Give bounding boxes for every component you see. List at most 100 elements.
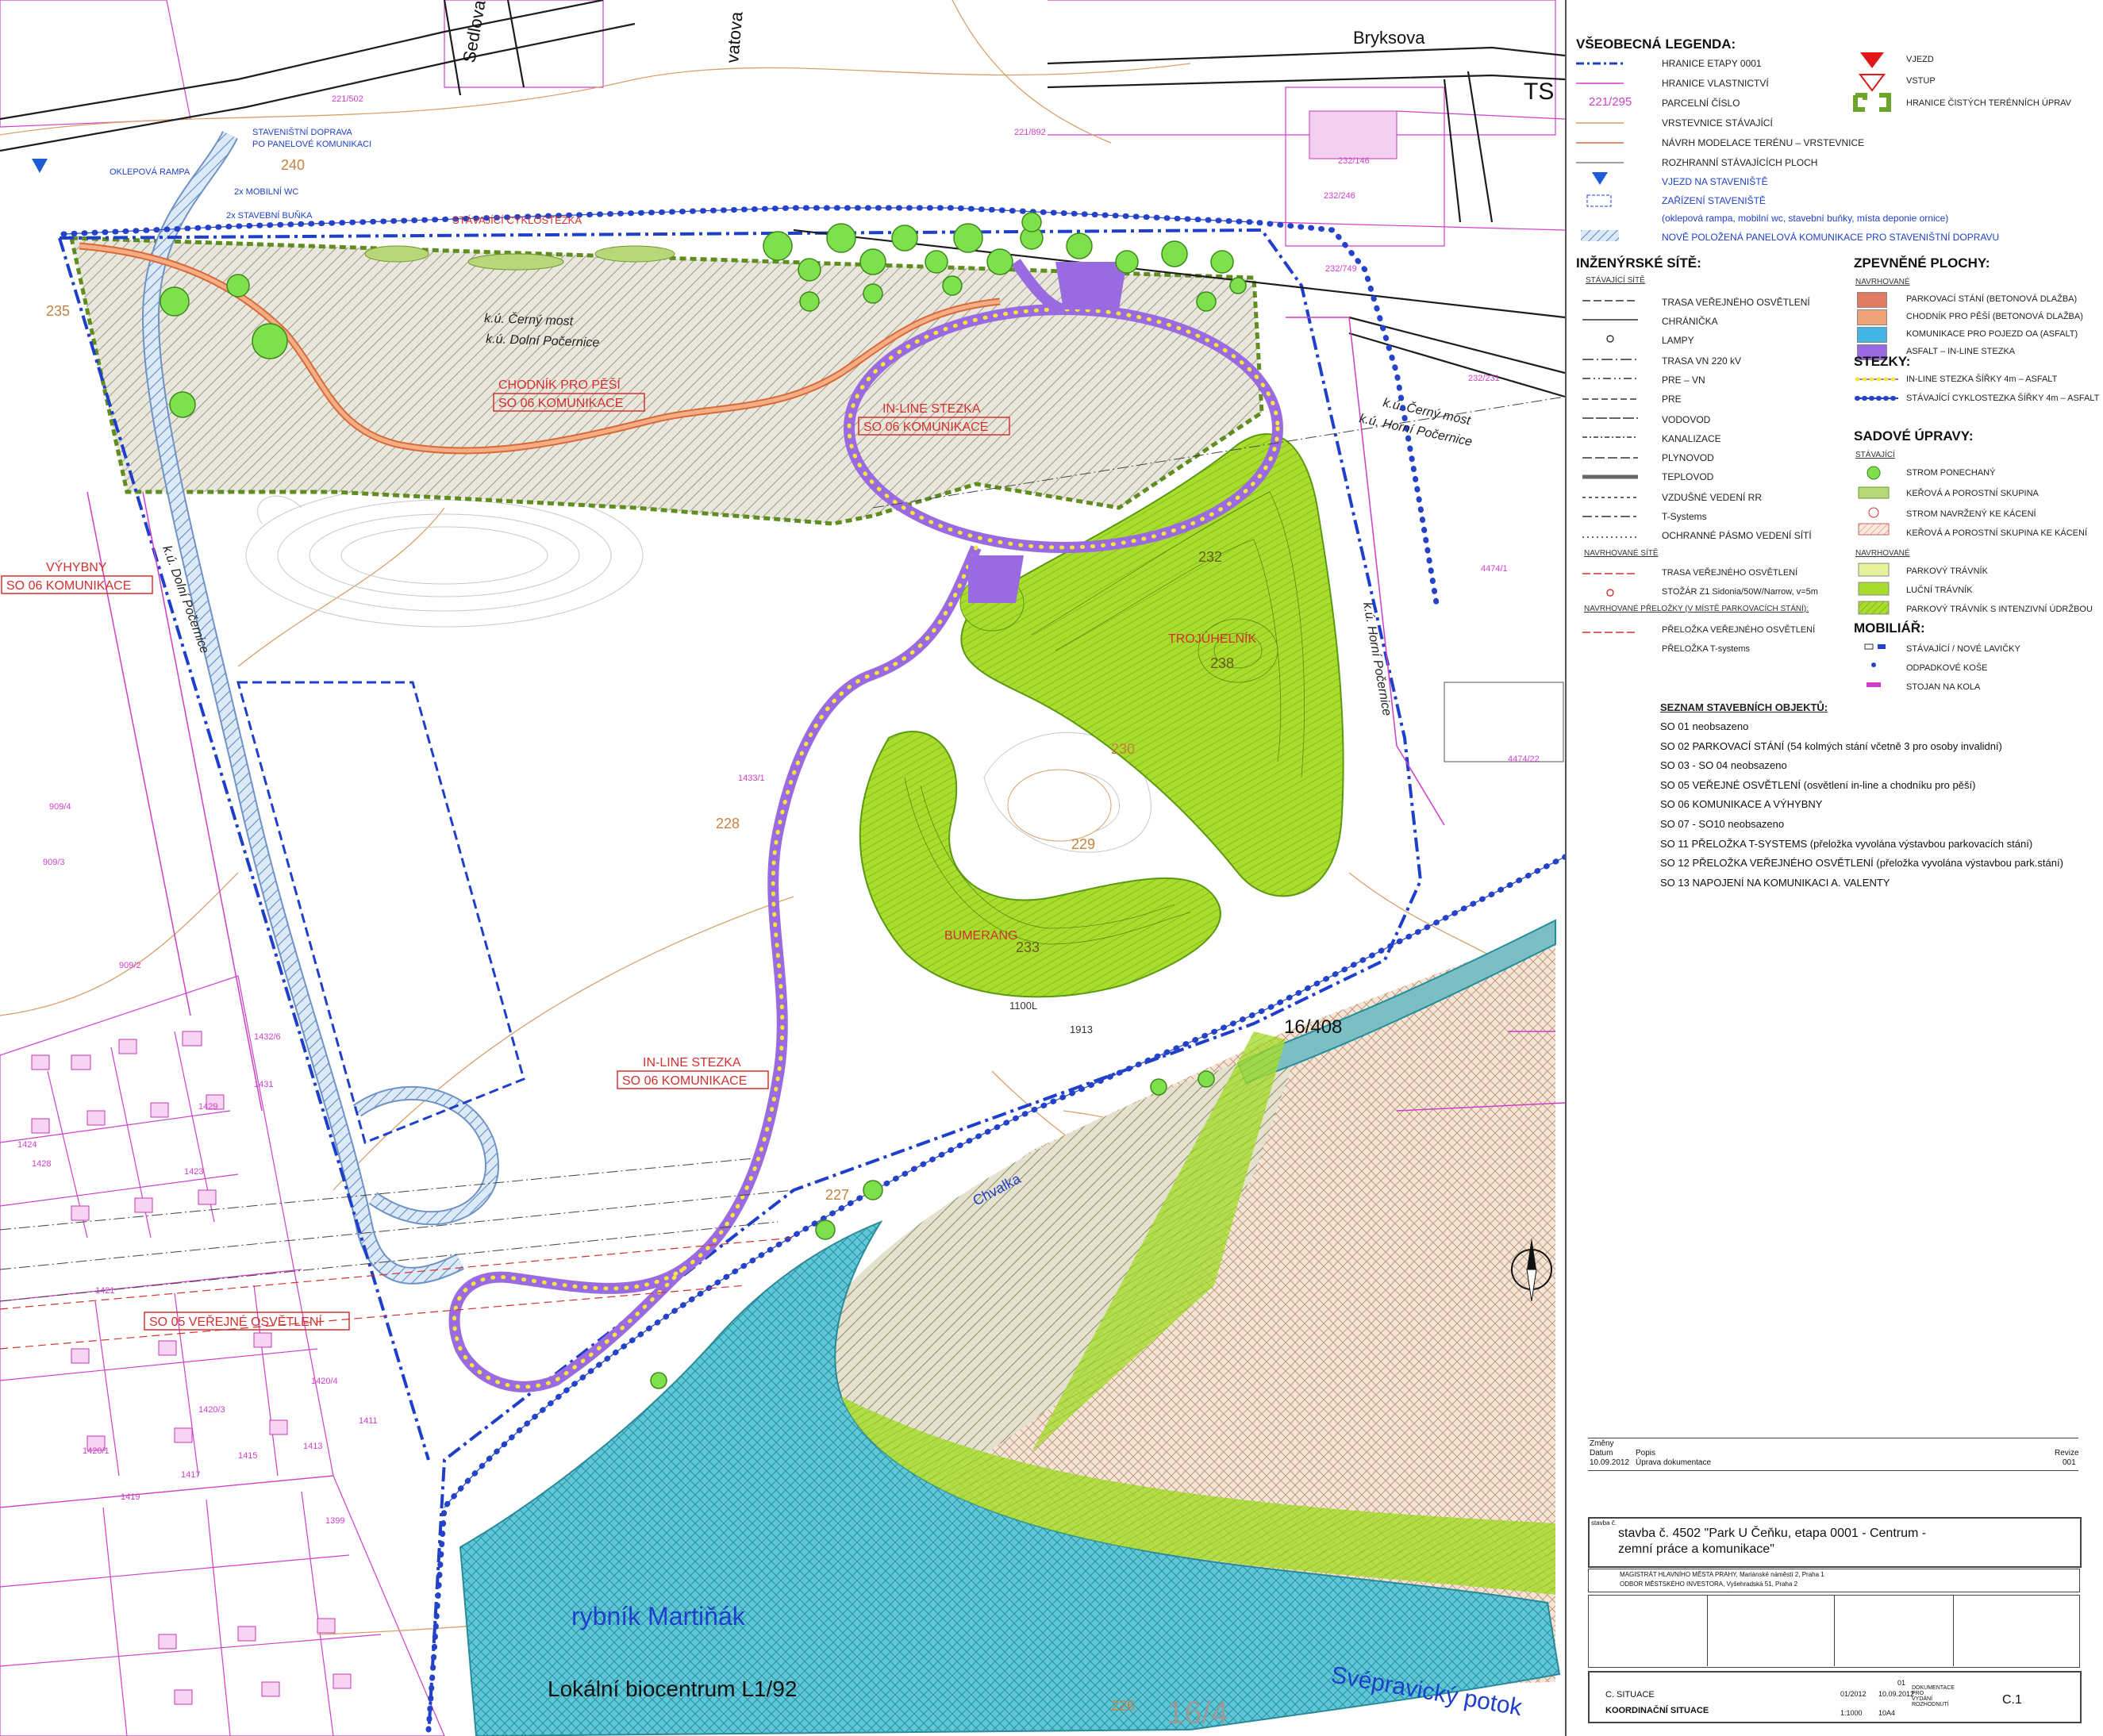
revision-num: 001 [2063,1458,2076,1467]
legend-entry-icons [1853,52,1891,112]
legend-general-item: ZAŘÍZENÍ STAVENIŠTĚ [1662,195,1766,206]
legend-paved-item: KOMUNIKACE PRO POJEZD OA (ASFALT) [1906,329,2078,339]
legend-furniture-swatches [1864,643,1886,687]
parcel-232-246: 232/246 [1324,191,1355,201]
legend-network-lines [1582,300,1638,633]
legend-paved-item: PARKOVACÍ STÁNÍ (BETONOVÁ DLAŽBA) [1906,294,2078,304]
drawing-scale: 1:1000 [1840,1709,1863,1717]
revision-col-rev: Revize [2055,1449,2079,1458]
legend-landscaping-proposed-item: LUČNÍ TRÁVNÍK [1906,586,1973,595]
legend-paved-item: ASFALT – IN-LINE STEZKA [1906,347,2016,356]
legend-landscaping-swatches [1858,466,1890,615]
legend-network-relocation-item: PŘELOŽKA T-systems [1662,644,1751,654]
parcel-221-892: 221/892 [1014,128,1046,137]
contour-238: 238 [1210,655,1234,671]
legend-network-item: TRASA VEŘEJNÉHO OSVĚTLENÍ [1662,297,1810,308]
legend-general-item: HRANICE VLASTNICTVÍ [1662,78,1769,89]
project-title-2: zemní práce a komunikace" [1618,1542,1774,1556]
label-inline-south-1: IN-LINE STEZKA [643,1056,741,1070]
label-vyhybny-2: SO 06 KOMUNIKACE [6,579,131,593]
parcel-1428: 1428 [32,1159,51,1169]
legend-vjezd: VJEZD [1906,55,1934,64]
legend-path-item: STÁVAJÍCÍ CYKLOSTEZKA ŠÍŘKY 4m – ASFALT [1906,394,2100,403]
parcel-1413: 1413 [303,1442,322,1451]
parcel-1420-1: 1420/1 [83,1446,110,1456]
signature-col-3 [1953,1595,1954,1666]
label-bumerang: BUMERANG [944,929,1017,943]
legend-network-proposed-item: TRASA VEŘEJNÉHO OSVĚTLENÍ [1662,568,1798,578]
parcel-1433-1: 1433/1 [738,774,765,783]
contour-226: 226 [1111,1698,1135,1714]
object-item: SO 01 neobsazeno [1660,720,1749,732]
parcel-1421: 1421 [95,1286,114,1296]
label-site-bunka: 2x STAVEBNÍ BUŇKA [226,210,313,221]
legend-network-item: VZDUŠNÉ VEDENÍ RR [1662,492,1763,503]
legend-landscaping-item: KEŘOVÁ A POROSTNÍ SKUPINA KE KÁCENÍ [1906,528,2088,538]
legend-general-item: (oklepová rampa, mobilní wc, stavební bu… [1662,213,1949,224]
contour-240: 240 [281,157,305,173]
legend-furniture-item: STOJAN NA KOLA [1906,682,1981,692]
legend-network-item: OCHRANNÉ PÁSMO VEDENÍ SÍTÍ [1662,530,1812,541]
object-item: SO 12 PŘELOŽKA VEŘEJNÉHO OSVĚTLENÍ (přel… [1660,857,2063,870]
parcel-1399: 1399 [325,1516,344,1526]
legend-network-item: VODOVOD [1662,414,1711,425]
label-site-wc: 2x MOBILNÍ WC [234,186,298,197]
legend-networks-proposed: NAVRHOVANÉ SÍTĚ [1584,549,1659,558]
legend-network-item: T-Systems [1662,511,1707,522]
project-title: stavba č. 4502 "Park U Čeňku, etapa 0001… [1618,1527,1927,1540]
legend-network-item: CHRÁNIČKA [1662,316,1718,327]
label-cyklostezka: STÁVAJÍCÍ CYKLOSTEZKA [452,214,582,226]
contour-228: 228 [716,816,740,832]
legend-network-item: PRE – VN [1662,374,1705,386]
parcel-4474-22: 4474/22 [1508,755,1540,764]
legend-general-item: VRSTEVNICE STÁVAJÍCÍ [1662,117,1773,129]
object-item: SO 06 KOMUNIKACE A VÝHYBNY [1660,798,1823,811]
legend-objects-title: SEZNAM STAVEBNÍCH OBJEKTŮ: [1660,701,1828,713]
object-item: SO 07 - SO10 neobsazeno [1660,817,1785,830]
legend-paved-swatch-2 [1857,309,1887,325]
parcel-909-2: 909/2 [119,961,141,970]
legend-networks-title: INŽENÝRSKÉ SÍTĚ: [1576,255,1701,271]
legend-path-swatches [1855,377,1901,401]
revision-date: 10.09.2012 [1590,1458,1630,1467]
object-item: SO 05 VEŘEJNÉ OSVĚTLENÍ (osvětlení in-li… [1660,778,1976,791]
label-trojuhelnik: TROJÚHELNÍK [1168,631,1256,646]
object-item: SO 13 NAPOJENÍ NA KOMUNIKACI A. VALENTY [1660,876,1890,889]
object-item: SO 02 PARKOVACÍ STÁNÍ (54 kolmých stání … [1660,739,2002,752]
legend-general-title: VŠEOBECNÁ LEGENDA: [1576,36,1736,52]
contour-227: 227 [825,1187,849,1203]
title-block: Změny Datum Popis Revize 10.09.2012 Úpra… [1588,1438,2082,1727]
legend-network-item: PRE [1662,394,1682,405]
parcel-16-4: 16/4 [1167,1696,1228,1730]
parcel-1419: 1419 [121,1492,140,1502]
drawing-date2: 10.09.2012 [1878,1690,1915,1698]
contour-233: 233 [1016,939,1040,955]
legend-paved-item: CHODNÍK PRO PĚŠÍ (BETONOVÁ DLAŽBA) [1906,312,2083,321]
legend-general-item: PARCELNÍ ČÍSLO [1662,98,1740,109]
legend-landscaping-proposed-item: PARKOVÝ TRÁVNÍK [1906,567,1988,576]
label-biocentrum: Lokální biocentrum L1/92 [548,1676,797,1701]
legend-network-item: KANALIZACE [1662,433,1721,444]
legend-general-item: NOVĚ POLOŽENÁ PANELOVÁ KOMUNIKACE PRO ST… [1662,232,2000,243]
legend-general-item: HRANICE ETAPY 0001 [1662,58,1762,69]
legend-landscaping-proposed: NAVRHOVANÉ [1855,549,1910,558]
label-stavenistni-doprava-1: STAVENIŠTNÍ DOPRAVA [252,127,352,137]
object-item: SO 03 - SO 04 neobsazeno [1660,759,1787,772]
parcel-1423: 1423 [184,1167,203,1177]
investor-line: MAGISTRÁT HLAVNÍHO MĚSTA PRAHY, Mariánsk… [1620,1571,1824,1578]
contour-1913: 1913 [1070,1024,1093,1035]
label-site-rampa: OKLEPOVÁ RAMPA [110,167,190,177]
legend-paved-sub: NAVRHOVANÉ [1855,278,1910,286]
drawing-format: 10A4 [1878,1709,1896,1717]
legend-general-swatches [1576,62,1624,241]
revision-header: Změny [1590,1439,1614,1448]
parcel-232-146: 232/146 [1338,156,1370,166]
drawing-rev: 01 [1897,1679,1906,1687]
drawing-stage: DOKUMENTACE PRO VYDÁNÍ ROZHODNUTÍ [1912,1685,1955,1707]
parcel-1417: 1417 [181,1470,200,1480]
legend-paved-swatch-1 [1857,292,1887,308]
drawing-sheet: Sedlova Bryksova vatova TS STÁVAJÍCÍ CYK… [0,0,2103,1736]
legend-objects-list: SO 01 neobsazeno SO 02 PARKOVACÍ STÁNÍ (… [1660,717,2063,893]
parcel-1415: 1415 [238,1451,257,1461]
label-stavenistni-doprava-2: PO PANELOVÉ KOMUNIKACI [252,139,371,149]
